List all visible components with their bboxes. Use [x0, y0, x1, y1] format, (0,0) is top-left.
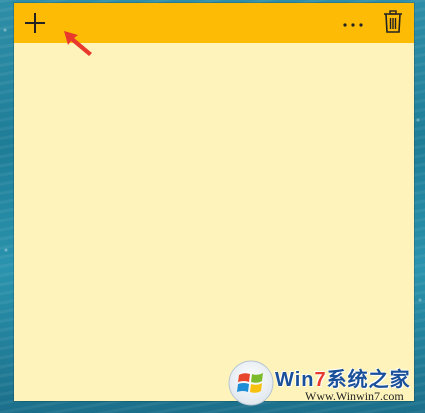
note-text-area[interactable]: [14, 43, 414, 401]
watermark: Win7系统之家 Www.Winwin7.com: [227, 355, 422, 410]
delete-note-button[interactable]: [382, 9, 404, 35]
red-arrow-annotation: [64, 31, 92, 56]
add-note-button[interactable]: [23, 11, 47, 35]
menu-button[interactable]: [341, 13, 365, 33]
sticky-note-window: [14, 3, 414, 401]
more-options-icon: [343, 23, 363, 27]
watermark-brand: Win7系统之家: [275, 369, 411, 391]
windows-logo-icon: [228, 360, 274, 406]
plus-icon: [25, 13, 45, 33]
trash-icon: [384, 10, 402, 33]
watermark-url: Www.Winwin7.com: [305, 389, 404, 403]
